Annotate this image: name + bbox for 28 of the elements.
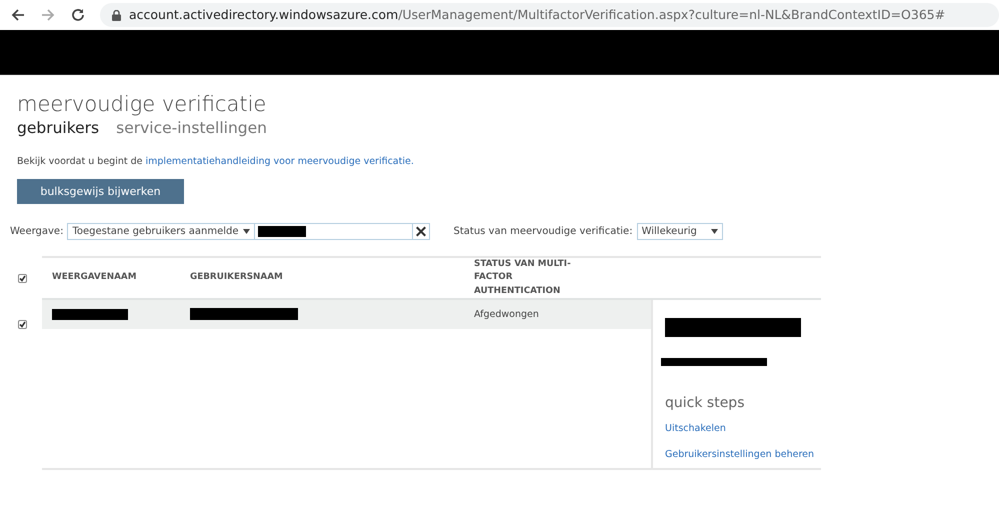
quick-steps-heading: quick steps: [665, 394, 746, 413]
column-header: STATUS VAN MULTI-FACTOR AUTHENTICATION: [474, 258, 572, 298]
action-link[interactable]: Uitschakelen: [665, 422, 726, 434]
status-cell: Afgedwongen: [474, 308, 539, 322]
caret-icon: [242, 229, 250, 234]
page-title: meervoudige verificatie: [17, 91, 268, 117]
view-dropdown[interactable]: Toegestane gebruikers aanmelde: [67, 223, 254, 240]
redaction-bar: [258, 226, 306, 238]
column-header: WEERGAVENAAM: [51, 271, 138, 284]
table-row[interactable]: Afgedwongen: [42, 300, 651, 330]
checkbox[interactable]: [18, 274, 27, 284]
status-filter-label: Status van meervoudige verificatie:: [454, 225, 633, 240]
search-field[interactable]: [254, 223, 430, 240]
bulk-update-button[interactable]: bulksgewijs bijwerken: [17, 179, 184, 204]
lock-icon: [112, 10, 121, 20]
reload-icon[interactable]: [70, 7, 86, 23]
caret-icon: [710, 229, 718, 234]
intro-text: Bekijk voordat u begint de implementatiehandleiding voor meervoudige verificatie.: [17, 155, 415, 169]
checkbox[interactable]: [18, 320, 27, 330]
action-link[interactable]: Gebruikersinstellingen beheren: [665, 449, 814, 460]
address-bar[interactable]: account.activedirectory.windowsazure.com/UserManagement/MultifactorVerification.aspx?culture=nl-NL&BrandContextID=O365#: [100, 3, 999, 27]
tab[interactable]: gebruikers: [17, 117, 100, 139]
guide-link[interactable]: implementatiehandleiding voor meervoudige verificatie.: [146, 156, 414, 167]
view-label: Weergave:: [10, 225, 64, 240]
back-icon[interactable]: [10, 7, 26, 23]
status-dropdown[interactable]: Willekeurig: [636, 223, 723, 240]
column-header: GEBRUIKERSNAAM: [190, 271, 284, 284]
tab[interactable]: service-instellingen: [116, 117, 268, 139]
